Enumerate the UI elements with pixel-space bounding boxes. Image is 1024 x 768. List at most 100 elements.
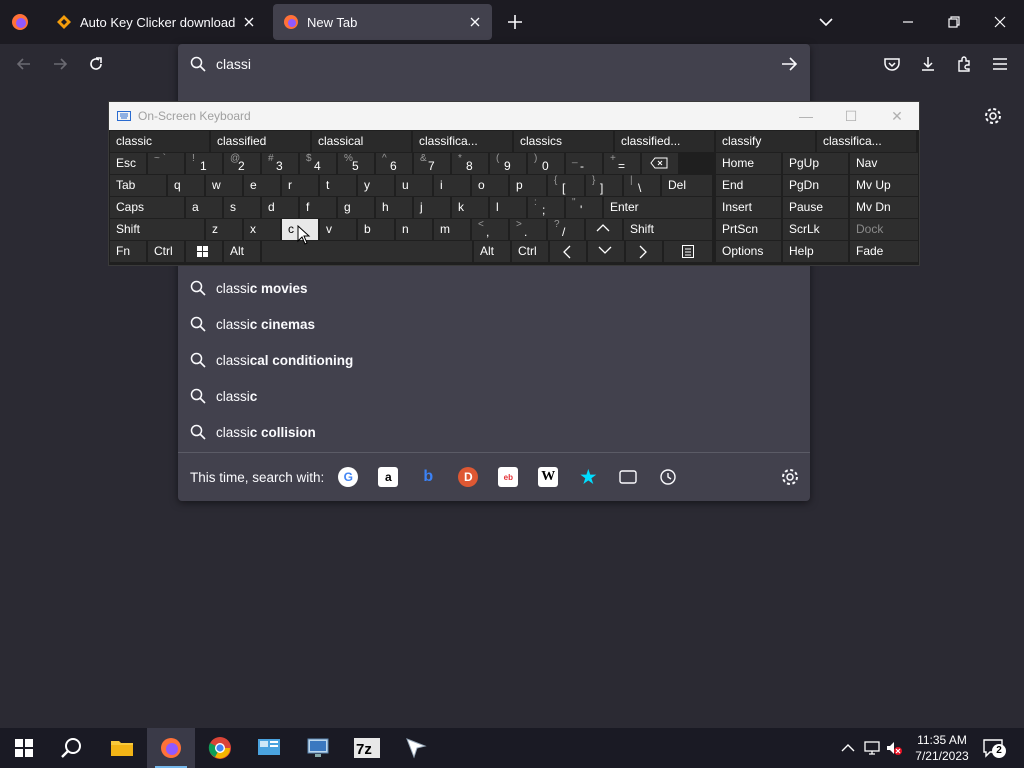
key-k[interactable]: k (452, 197, 488, 218)
close-window-icon[interactable] (990, 12, 1010, 32)
key-row1-4[interactable]: $4 (300, 153, 336, 174)
volume-muted-icon[interactable] (884, 738, 904, 758)
7zip-taskbar-button[interactable]: 7z (343, 728, 391, 768)
key-r[interactable]: r (282, 175, 318, 196)
key-w[interactable]: w (206, 175, 242, 196)
close-tab-icon[interactable] (466, 13, 484, 31)
control-panel-taskbar-button[interactable] (245, 728, 293, 768)
key-prtscn[interactable]: PrtScn (716, 219, 781, 240)
chrome-taskbar-button[interactable] (196, 728, 244, 768)
key-b[interactable]: b (358, 219, 394, 240)
key-x[interactable]: x (244, 219, 280, 240)
key-row4b-1[interactable]: >. (510, 219, 546, 240)
key-pgdn[interactable]: PgDn (783, 175, 848, 196)
osk-close-icon[interactable]: ✕ (889, 108, 905, 124)
ebay-icon[interactable]: eb (498, 467, 519, 487)
key-alt-right[interactable]: Alt (474, 241, 510, 262)
osk-prediction[interactable]: classical (312, 131, 411, 152)
key-row1-2[interactable]: @2 (224, 153, 260, 174)
suggestion-item[interactable]: classi c cinemas (178, 306, 810, 342)
key-end[interactable]: End (716, 175, 781, 196)
taskbar-clock[interactable]: 11:35 AM 7/21/2023 (906, 732, 978, 764)
auto-clicker-taskbar-button[interactable] (392, 728, 440, 768)
osk-minimize-icon[interactable]: — (798, 108, 814, 124)
key-l[interactable]: l (490, 197, 526, 218)
key-windows-icon[interactable] (186, 241, 222, 262)
osk-prediction[interactable]: classics (514, 131, 613, 152)
key-row3b-0[interactable]: :; (528, 197, 564, 218)
key-nav[interactable]: Nav (850, 153, 918, 174)
app-menu-hamburger-icon[interactable] (990, 54, 1010, 74)
key-enter[interactable]: Enter (604, 197, 712, 218)
key-pause[interactable]: Pause (783, 197, 848, 218)
remote-desktop-taskbar-button[interactable] (294, 728, 342, 768)
show-hidden-icons-chevron-icon[interactable] (838, 738, 858, 758)
key-shift-right[interactable]: Shift (624, 219, 712, 240)
suggestion-item[interactable]: classi c collision (178, 414, 810, 450)
key-row1-11[interactable]: _ - (566, 153, 602, 174)
suggestion-item[interactable]: classi c (178, 378, 810, 414)
key-z[interactable]: z (206, 219, 242, 240)
key-down-arrow-icon[interactable] (588, 241, 624, 262)
key-row1-6[interactable]: ^ 6 (376, 153, 412, 174)
osk-titlebar[interactable]: On-Screen Keyboard — ☐ ✕ (109, 102, 919, 130)
osk-prediction[interactable]: classic (110, 131, 209, 152)
key-mv-up[interactable]: Mv Up (850, 175, 918, 196)
key-row1-12[interactable]: + = (604, 153, 640, 174)
key-f[interactable]: f (300, 197, 336, 218)
key-pgup[interactable]: PgUp (783, 153, 848, 174)
reload-icon[interactable] (86, 54, 106, 74)
extensions-icon[interactable] (954, 54, 974, 74)
key-ctrl-left[interactable]: Ctrl (148, 241, 184, 262)
osk-prediction[interactable]: classified (211, 131, 310, 152)
key-o[interactable]: o (472, 175, 508, 196)
key-row1-9[interactable]: (9 (490, 153, 526, 174)
start-button[interactable] (0, 728, 48, 768)
pocket-icon[interactable] (882, 54, 902, 74)
restore-icon[interactable] (944, 12, 964, 32)
go-arrow-icon[interactable] (780, 56, 798, 72)
key-menu-icon[interactable] (664, 241, 712, 262)
key-caps[interactable]: Caps (110, 197, 184, 218)
key-t[interactable]: t (320, 175, 356, 196)
key-row2b-1[interactable]: }] (586, 175, 622, 196)
osk-prediction[interactable]: classifica... (817, 131, 916, 152)
wikipedia-icon[interactable]: W (538, 467, 559, 487)
key-fn[interactable]: Fn (110, 241, 146, 262)
key-d[interactable]: d (262, 197, 298, 218)
key-u[interactable]: u (396, 175, 432, 196)
key-dock[interactable]: Dock (850, 219, 918, 240)
key-row4b-2[interactable]: ? / (548, 219, 584, 240)
close-tab-icon[interactable] (240, 13, 258, 31)
key-a[interactable]: a (186, 197, 222, 218)
key-row1-1[interactable]: ! 1 (186, 153, 222, 174)
suggestion-item[interactable]: classi c movies (178, 270, 810, 306)
key-ctrl-right[interactable]: Ctrl (512, 241, 548, 262)
key-row1-3[interactable]: #3 (262, 153, 298, 174)
key-i[interactable]: i (434, 175, 470, 196)
key-row2b-2[interactable]: | \ (624, 175, 660, 196)
key-q[interactable]: q (168, 175, 204, 196)
osk-prediction[interactable]: classified... (615, 131, 714, 152)
back-arrow-icon[interactable] (14, 54, 34, 74)
amazon-icon[interactable]: a (378, 467, 399, 487)
key-row1-7[interactable]: & 7 (414, 153, 450, 174)
key-alt-left[interactable]: Alt (224, 241, 260, 262)
key-help[interactable]: Help (783, 241, 848, 262)
duckduckgo-icon[interactable]: D (458, 467, 479, 487)
urlbar-input[interactable]: classi (216, 56, 251, 72)
new-tab-settings-gear-icon[interactable] (983, 106, 1003, 126)
key-p[interactable]: p (510, 175, 546, 196)
key-esc[interactable]: Esc (110, 153, 146, 174)
firefox-menu-icon[interactable] (10, 12, 30, 32)
key-space[interactable] (262, 241, 472, 262)
forward-arrow-icon[interactable] (50, 54, 70, 74)
key-mv-dn[interactable]: Mv Dn (850, 197, 918, 218)
key-backspace-icon[interactable] (642, 153, 678, 174)
key-up-arrow-icon[interactable] (586, 219, 622, 240)
key-j[interactable]: j (414, 197, 450, 218)
bing-icon[interactable]: b (418, 467, 438, 487)
search-settings-gear-icon[interactable] (780, 467, 800, 487)
key-e[interactable]: e (244, 175, 280, 196)
key-row1-10[interactable]: ) 0 (528, 153, 564, 174)
